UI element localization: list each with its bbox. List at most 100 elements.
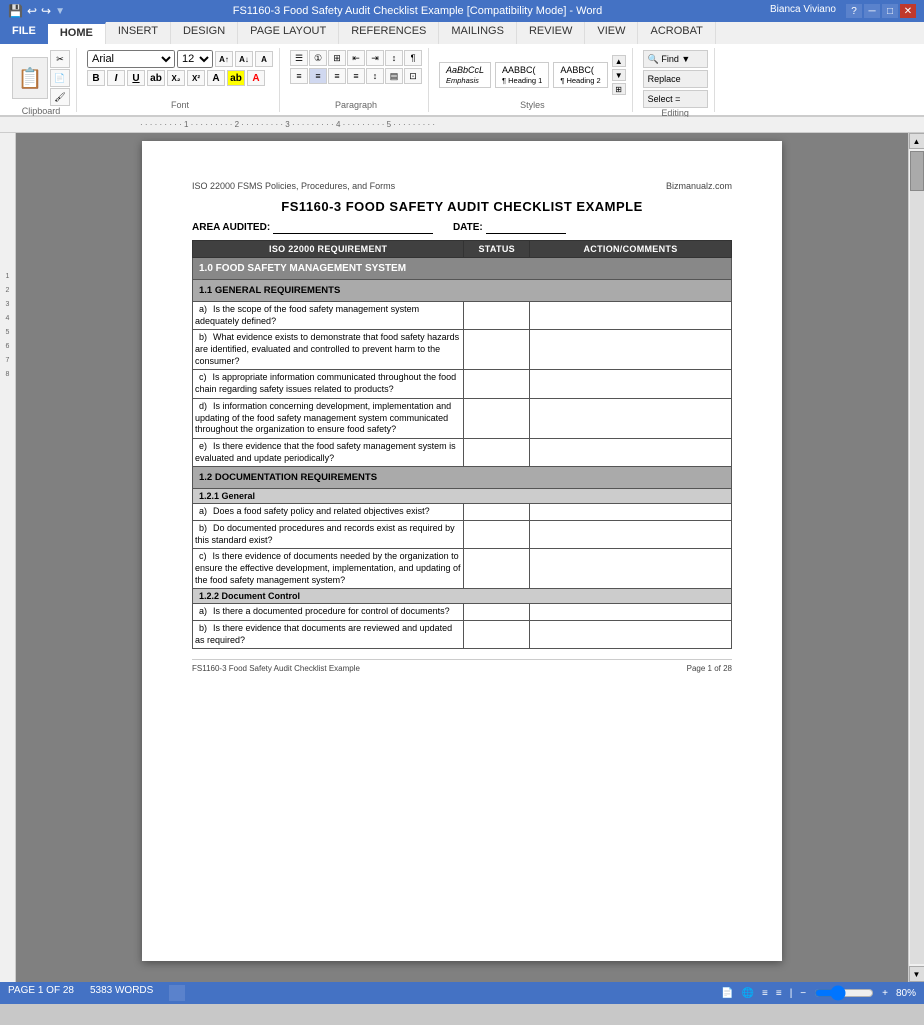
shading-button[interactable]: ▤ [385,68,403,84]
status-1-1-e [464,438,530,466]
italic-button[interactable]: I [107,70,125,86]
section-1-title: 1.0 FOOD SAFETY MANAGEMENT SYSTEM [193,258,732,280]
text-c2: Is there evidence of documents needed by… [195,549,461,586]
decrease-indent-button[interactable]: ⇤ [347,50,365,66]
show-marks-button[interactable]: ¶ [404,50,422,66]
tab-review[interactable]: REVIEW [517,22,585,44]
status-1-1-c [464,370,530,398]
tab-design[interactable]: DESIGN [171,22,238,44]
subsection-1-1-title: 1.1 GENERAL REQUIREMENTS [193,280,732,302]
view-web-icon[interactable]: 🌐 [742,988,754,999]
maximize-button[interactable]: □ [882,4,898,18]
numbered-list-button[interactable]: ① [309,50,327,66]
quick-access-toolbar: 💾 ↩ ↪ ▼ [8,4,65,18]
ribbon: FILE HOME INSERT DESIGN PAGE LAYOUT REFE… [0,22,924,117]
zoom-out-button[interactable]: − [800,988,806,999]
text-d1: Is information concerning development, i… [195,399,451,436]
increase-indent-button[interactable]: ⇥ [366,50,384,66]
tab-page-layout[interactable]: PAGE LAYOUT [238,22,339,44]
zoom-slider[interactable] [814,989,874,997]
scroll-up-button[interactable]: ▲ [909,133,924,149]
font-label: Font [87,100,273,110]
styles-controls: AaBbCcLEmphasis AABBC(¶ Heading 1 AABBC(… [439,50,626,100]
font-name-select[interactable]: Arial [87,50,175,68]
scroll-thumb[interactable] [910,151,924,191]
styles-scroll-down[interactable]: ▼ [612,69,626,81]
font-color-button[interactable]: A [247,70,265,86]
action-1-2-1-a [530,504,732,521]
align-right-button[interactable]: ≡ [328,68,346,84]
line-spacing-button[interactable]: ↕ [366,68,384,84]
clear-format-button[interactable]: A [255,51,273,67]
dropdown-arrow[interactable]: ▼ [55,6,65,17]
select-button[interactable]: Select = [643,90,708,108]
styles-label: Styles [439,100,626,110]
tab-acrobat[interactable]: ACROBAT [638,22,715,44]
view-print-icon[interactable]: 📄 [721,988,733,999]
editing-group: 🔍 Find ▼ Replace Select = Editing [637,48,715,112]
scroll-track[interactable] [910,151,924,964]
view-outline-icon[interactable]: ≡ [762,988,768,999]
page-footer: FS1160-3 Food Safety Audit Checklist Exa… [192,659,732,673]
subscript-button[interactable]: X₂ [167,70,185,86]
underline-button[interactable]: U [127,70,145,86]
style-heading2[interactable]: AABBC(¶ Heading 2 [553,62,607,88]
action-1-2-1-b [530,520,732,548]
editing-controls: 🔍 Find ▼ Replace Select = [643,50,708,108]
area-field[interactable] [273,222,433,234]
action-1-1-a [530,302,732,330]
tab-references[interactable]: REFERENCES [339,22,439,44]
tab-view[interactable]: VIEW [585,22,638,44]
date-field[interactable] [486,222,566,234]
save-button[interactable]: 💾 [8,4,23,18]
find-button[interactable]: 🔍 Find ▼ [643,50,708,68]
highlight-button[interactable]: ab [227,70,245,86]
border-button[interactable]: ⊡ [404,68,422,84]
document-title: FS1160-3 FOOD SAFETY AUDIT CHECKLIST EXA… [192,199,732,214]
sort-button[interactable]: ↕ [385,50,403,66]
zoom-in-button[interactable]: + [882,988,888,999]
redo-button[interactable]: ↪ [41,4,51,18]
close-button[interactable]: ✕ [900,4,916,18]
grow-font-button[interactable]: A↑ [215,51,233,67]
tab-insert[interactable]: INSERT [106,22,171,44]
help-button[interactable]: ? [846,4,862,18]
bold-button[interactable]: B [87,70,105,86]
document-scroll-area[interactable]: ISO 22000 FSMS Policies, Procedures, and… [16,133,908,982]
shrink-font-button[interactable]: A↓ [235,51,253,67]
question-1-1-a: a)Is the scope of the food safety manage… [193,302,732,330]
align-left-button[interactable]: ≡ [290,68,308,84]
subsection-1-1-header: 1.1 GENERAL REQUIREMENTS [193,280,732,302]
superscript-button[interactable]: X² [187,70,205,86]
view-draft-icon[interactable]: ≡ [776,988,782,999]
justify-button[interactable]: ≡ [347,68,365,84]
tab-file[interactable]: FILE [0,22,48,44]
vertical-scrollbar[interactable]: ▲ ▼ [908,133,924,982]
page-info: PAGE 1 OF 28 [8,985,74,1001]
question-1-2-1-b: b)Do documented procedures and records e… [193,520,732,548]
cut-button[interactable]: ✂ [50,50,70,68]
styles-scroll-up[interactable]: ▲ [612,55,626,67]
paste-button[interactable]: 📋 [12,57,48,99]
tab-mailings[interactable]: MAILINGS [439,22,517,44]
style-heading1[interactable]: AABBC(¶ Heading 1 [495,62,549,88]
clipboard-group: 📋 ✂ 📄 🖌 Clipboard [6,48,77,112]
minimize-button[interactable]: ─ [864,4,880,18]
undo-button[interactable]: ↩ [27,4,37,18]
replace-button[interactable]: Replace [643,70,708,88]
styles-more[interactable]: ⊞ [612,83,626,95]
align-center-button[interactable]: ≡ [309,68,327,84]
clipboard-small-buttons: ✂ 📄 🖌 [50,50,70,106]
copy-button[interactable]: 📄 [50,69,70,87]
font-size-select[interactable]: 12 [177,50,213,68]
scroll-down-button[interactable]: ▼ [909,966,924,982]
question-1-2-2-b: b)Is there evidence that documents are r… [193,621,732,649]
subsubsection-1-2-1-title: 1.2.1 General [193,489,732,504]
text-effects-button[interactable]: A [207,70,225,86]
tab-home[interactable]: HOME [48,22,106,44]
strikethrough-button[interactable]: ab [147,70,165,86]
format-painter-button[interactable]: 🖌 [50,88,70,106]
bullet-list-button[interactable]: ☰ [290,50,308,66]
multilevel-list-button[interactable]: ⊞ [328,50,346,66]
style-emphasis[interactable]: AaBbCcLEmphasis [439,62,491,88]
